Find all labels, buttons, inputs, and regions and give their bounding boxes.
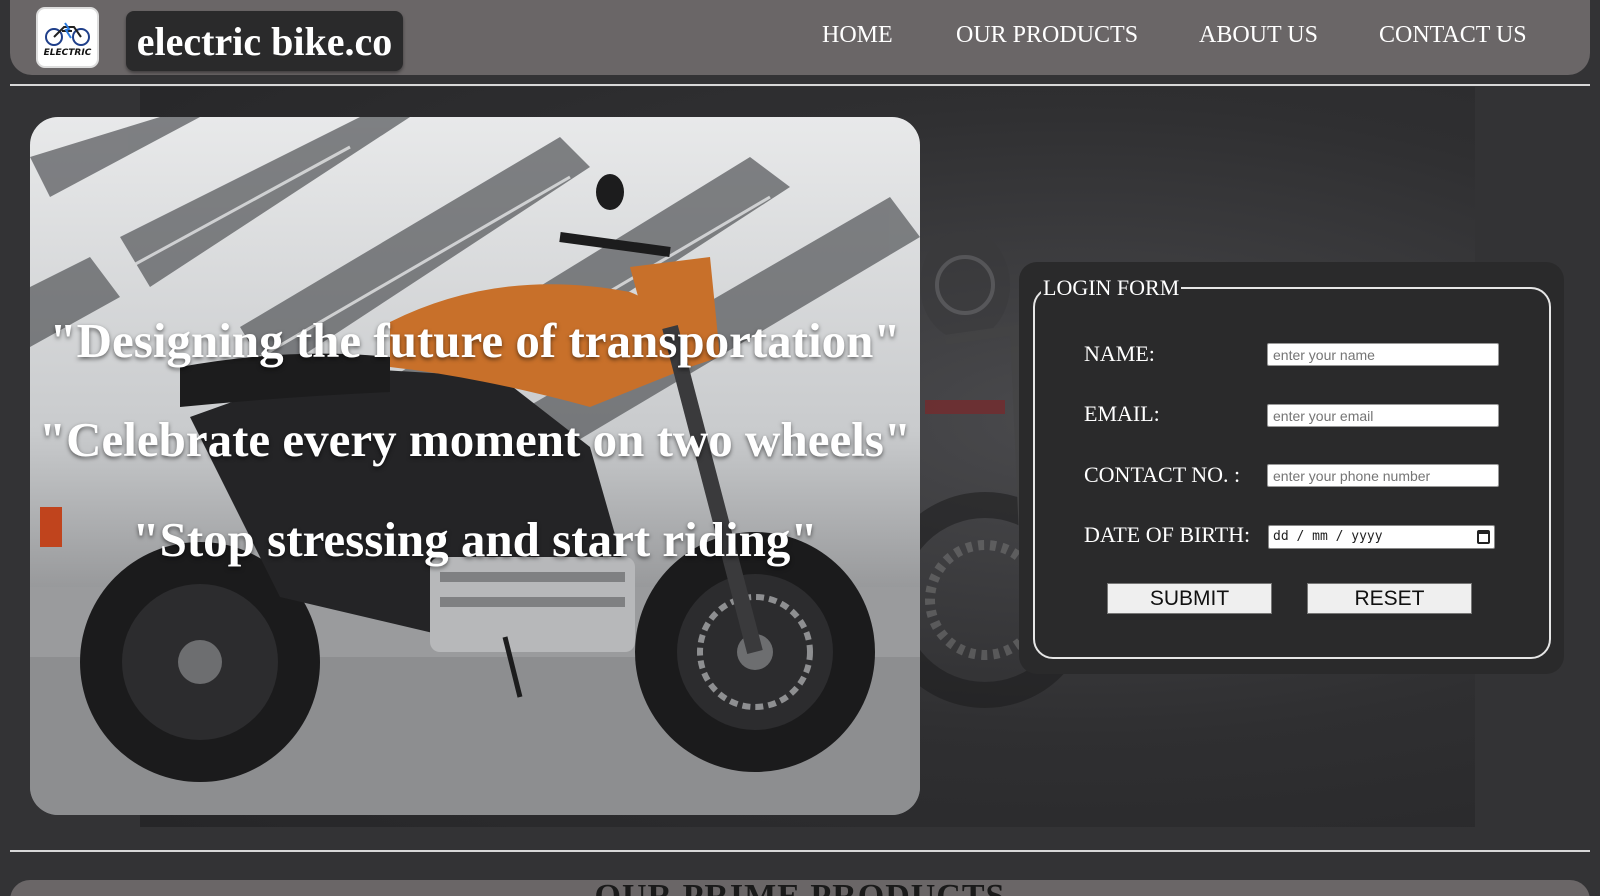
logo-text: ELECTRIC [43,48,92,58]
submit-button[interactable]: SUBMIT [1107,583,1272,614]
top-divider [10,84,1590,86]
hero-quote-3: "Stop stressing and start riding" [132,512,818,567]
site-logo[interactable]: ELECTRIC [36,7,99,68]
nav-contact-us[interactable]: CONTACT US [1379,22,1527,49]
hero-image: "Designing the future of transportation"… [30,117,920,815]
phone-input[interactable] [1267,464,1499,487]
bottom-divider [10,850,1590,852]
login-form-legend: LOGIN FORM [1043,275,1180,300]
nav-about-us[interactable]: ABOUT US [1199,22,1318,49]
name-input[interactable] [1267,343,1499,366]
prime-products-title: OUR PRIME PRODUCTS [10,878,1590,896]
prime-products-section: OUR PRIME PRODUCTS [10,878,1590,896]
brand-name[interactable]: electric bike.co [126,11,403,71]
dob-label: DATE OF BIRTH: [1084,522,1251,547]
hero-quote-2: "Celebrate every moment on two wheels" [38,412,912,467]
email-input[interactable] [1267,404,1499,427]
contact-label: CONTACT NO. : [1084,462,1241,487]
hero-quote-1: "Designing the future of transportation" [49,313,901,368]
date-placeholder: dd / mm / yyyy [1273,529,1383,544]
date-of-birth-input[interactable]: dd / mm / yyyy [1268,525,1495,549]
reset-button[interactable]: RESET [1307,583,1472,614]
calendar-icon[interactable] [1477,530,1490,544]
nav-home[interactable]: HOME [822,22,893,49]
name-label: NAME: [1084,341,1155,366]
navbar: ELECTRIC electric bike.co HOME OUR PRODU… [10,0,1590,75]
email-label: EMAIL: [1084,401,1160,426]
nav-our-products[interactable]: OUR PRODUCTS [956,22,1138,49]
